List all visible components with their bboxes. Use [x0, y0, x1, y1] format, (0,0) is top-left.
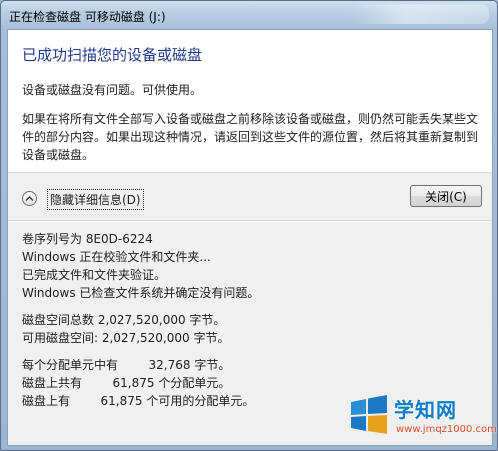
log-line: 磁盘上有 61,875 个可用的分配单元。 [22, 394, 255, 408]
dialog-body: 已成功扫描您的设备或磁盘 设备或磁盘没有问题。可供使用。 如果在将所有文件全部写… [7, 29, 493, 446]
watermark-title: 学知网 [394, 398, 457, 422]
close-button[interactable]: 关闭(C) [410, 185, 482, 207]
site-watermark: 学知网 www.jmqz1000.com [346, 392, 497, 446]
log-line: 磁盘空间总数 2,027,520,000 字节。 [22, 313, 226, 327]
log-gap [22, 347, 259, 356]
hide-details-toggle[interactable]: 隐藏详细信息(D) [47, 189, 144, 210]
status-message: 设备或磁盘没有问题。可供使用。 [22, 83, 203, 97]
log-line: 卷序列号为 8E0D-6224 [22, 232, 153, 246]
result-heading: 已成功扫描您的设备或磁盘 [22, 46, 203, 64]
log-line: 磁盘上共有 61,875 个分配单元。 [22, 376, 231, 390]
log-line: Windows 已检查文件系统并确定没有问题。 [22, 286, 260, 300]
details-log: 卷序列号为 8E0D-6224 Windows 正在校验文件和文件夹... 已完… [22, 230, 259, 410]
collapse-chevron-icon[interactable] [22, 191, 37, 206]
windows-logo-icon [348, 394, 390, 436]
watermark-url: www.jmqz1000.com [396, 424, 497, 435]
removal-warning: 如果在将所有文件全部写入设备或磁盘之前移除该设备或磁盘，则仍然可能丢失某些文件的… [22, 112, 479, 162]
log-line: 可用磁盘空间: 2,027,520,000 字节。 [22, 331, 230, 345]
title-bar[interactable]: 正在检查磁盘 可移动磁盘 (J:) [1, 1, 497, 29]
title-bar-glass [349, 4, 489, 24]
divider-highlight [8, 221, 492, 222]
log-line: 每个分配单元中有 32,768 字节。 [22, 358, 231, 372]
log-gap [22, 302, 259, 311]
summary-panel: 已成功扫描您的设备或磁盘 设备或磁盘没有问题。可供使用。 如果在将所有文件全部写… [8, 30, 492, 173]
log-line: 已完成文件和文件夹验证。 [22, 268, 167, 282]
details-toolbar: 隐藏详细信息(D) 关闭(C) [8, 180, 492, 214]
log-line: Windows 正在校验文件和文件夹... [22, 250, 211, 264]
window-title: 正在检查磁盘 可移动磁盘 (J:) [9, 10, 166, 24]
check-disk-window: 正在检查磁盘 可移动磁盘 (J:) 已成功扫描您的设备或磁盘 设备或磁盘没有问题… [0, 0, 498, 451]
